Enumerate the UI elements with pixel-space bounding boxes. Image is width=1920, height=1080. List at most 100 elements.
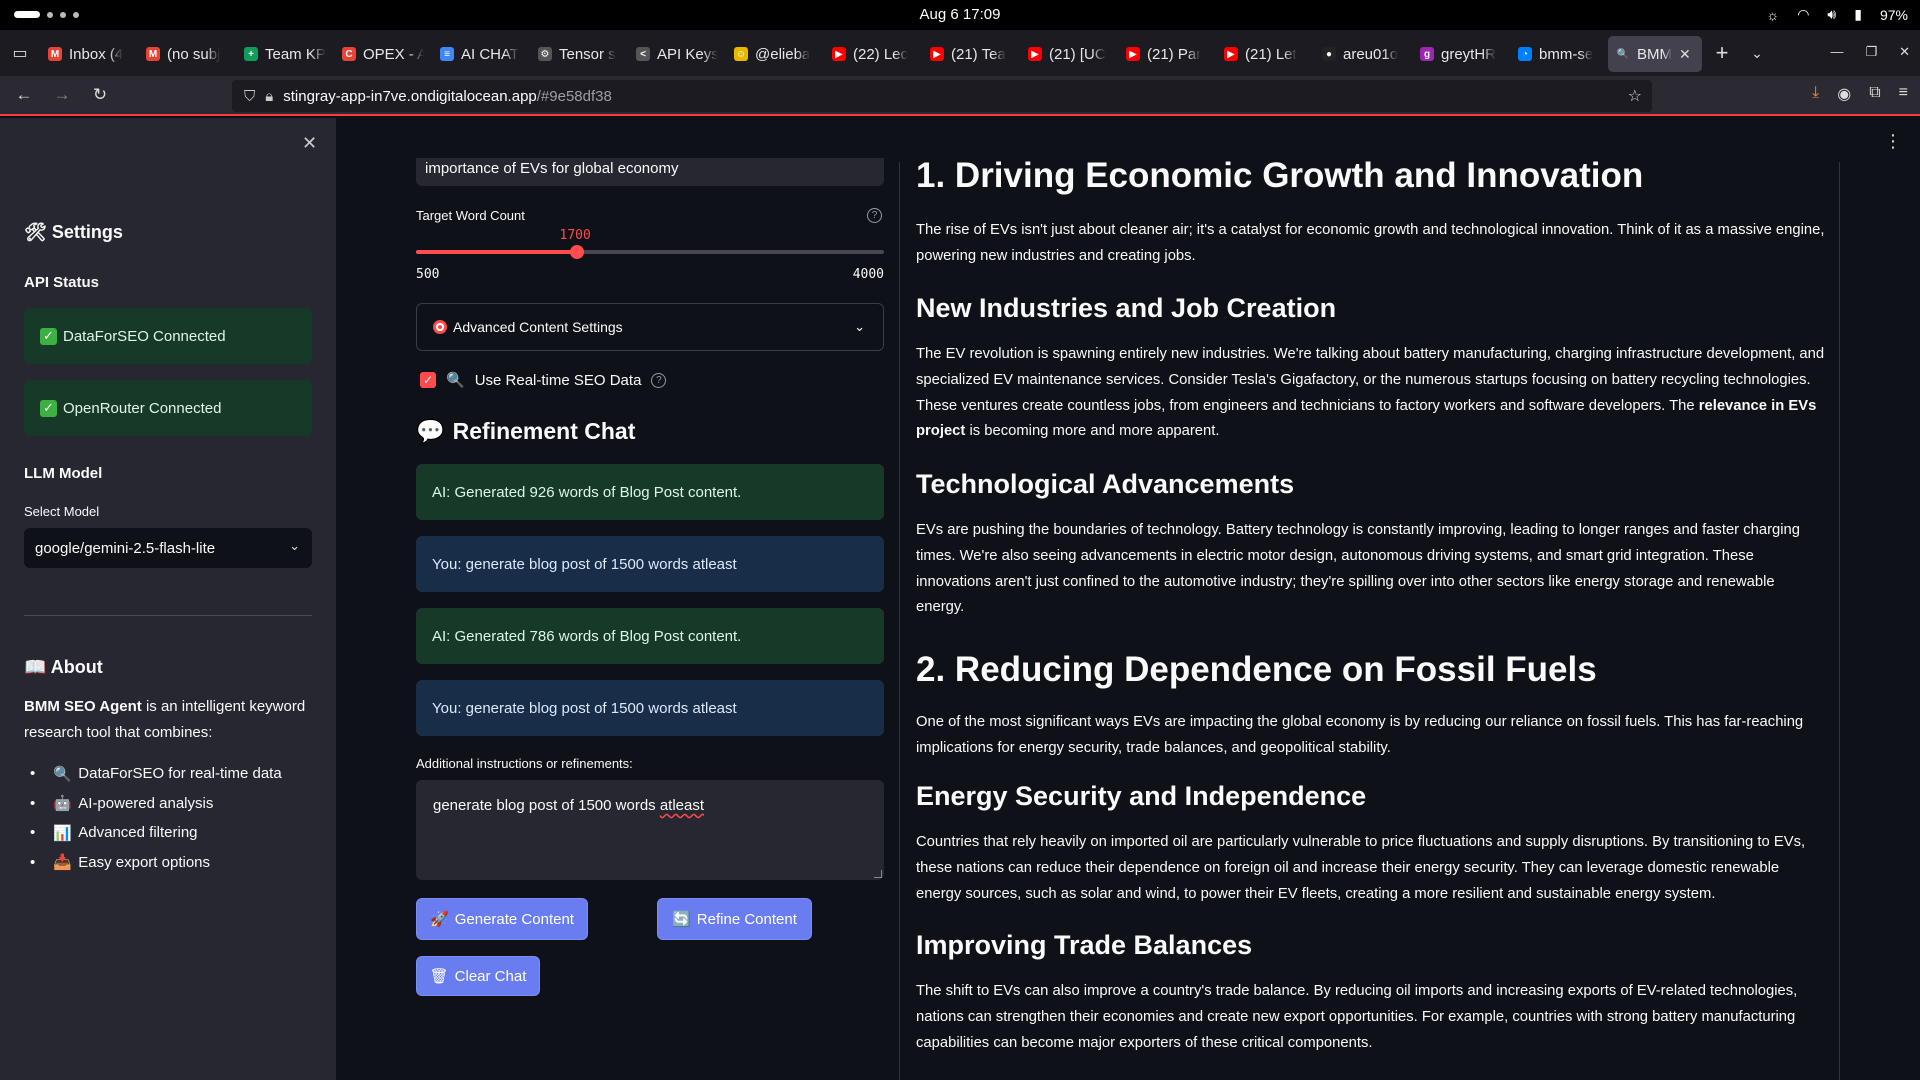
generate-content-button[interactable]: 🚀 Generate Content [416, 898, 588, 940]
feature-icon: 🤖 [53, 795, 72, 813]
minimize-icon[interactable]: — [1830, 44, 1843, 60]
article-paragraph: EVs are pushing the boundaries of techno… [916, 522, 1800, 616]
help-icon[interactable]: ? [651, 372, 667, 388]
realtime-seo-checkbox-row[interactable]: ✓ 🔍 Use Real-time SEO Data ? [420, 371, 667, 389]
tab-title: (22) Lec [853, 45, 909, 63]
browser-tab[interactable]: 🔍 BMM ✕ [1608, 36, 1702, 72]
browser-tab[interactable]: g greytHR [1412, 36, 1510, 72]
browser-tab[interactable]: ◔ bmm-se [1510, 36, 1608, 72]
close-sidebar-icon[interactable]: ✕ [302, 133, 317, 154]
download-icon[interactable]: ⤓ [1812, 84, 1819, 104]
tab-overview-icon[interactable]: ▭ [0, 30, 40, 76]
article-heading-1: 2. Reducing Dependence on Fossil Fuels [916, 650, 1597, 689]
slider-max: 4000 [852, 267, 884, 282]
trash-icon: 🗑 [429, 968, 449, 985]
api-status-heading: API Status [24, 274, 100, 291]
browser-tab[interactable]: ☺ @elieba [726, 36, 824, 72]
address-bar[interactable]: ⛉ 🔒︎ stingray-app-in7ve.ondigitalocean.a… [232, 80, 1652, 112]
clear-chat-button[interactable]: 🗑 Clear Chat [416, 956, 540, 996]
target-icon [433, 320, 447, 334]
lock-icon[interactable]: 🔒︎ [265, 88, 273, 105]
digitalocean-icon: ◔ [1518, 47, 1532, 61]
back-icon[interactable]: ← [6, 77, 42, 113]
about-list-item: 🤖 AI-powered analysis [30, 789, 320, 819]
tab-title: API Keys [657, 45, 718, 63]
slider-thumb[interactable] [569, 245, 584, 259]
browser-tab[interactable]: M Inbox (4 [40, 36, 138, 72]
resize-handle[interactable] [874, 870, 882, 878]
youtube-icon: ▶ [1126, 47, 1140, 61]
realtime-seo-checkbox[interactable]: ✓ [420, 372, 436, 388]
browser-tab[interactable]: ⚙ Tensor s [530, 36, 628, 72]
column-divider [1839, 162, 1840, 1080]
browser-tab[interactable]: ≡ AI CHAT [432, 36, 530, 72]
feature-icon: 📊 [53, 824, 72, 842]
tab-title: AI CHAT [461, 45, 520, 63]
advanced-settings-expander[interactable]: Advanced Content Settings ⌄ [416, 303, 884, 351]
tab-title: Inbox (4 [69, 45, 124, 63]
word-count-slider[interactable] [416, 250, 884, 254]
browser-tab[interactable]: ● areu01o [1314, 36, 1412, 72]
account-icon[interactable]: ◉ [1837, 84, 1851, 104]
brightness-icon: ☼ [1766, 6, 1780, 23]
reload-icon[interactable]: ↻ [82, 77, 118, 113]
sheets-icon: + [244, 47, 258, 61]
openrouter-status: ✓ OpenRouter Connected [24, 380, 312, 436]
refine-content-button[interactable]: 🔄 Refine Content [657, 898, 812, 940]
browser-tab[interactable]: ▶ (22) Lec [824, 36, 922, 72]
tab-title: (21) Par [1147, 45, 1202, 63]
column-divider [899, 162, 900, 1080]
instructions-textarea[interactable]: generate blog post of 1500 words atleast [416, 780, 884, 880]
article-paragraph: The EV revolution is spawning entirely n… [916, 346, 1825, 440]
article-subheading: New Industries and Job Creation [916, 293, 1337, 323]
system-tray[interactable]: ☼ ◠ 🔊︎ ▮ 97% [1766, 6, 1908, 23]
close-window-icon[interactable]: ✕ [1899, 44, 1910, 60]
article-subheading: Energy Security and Independence [916, 781, 1367, 811]
app-menu-icon[interactable]: ⋮ [1884, 131, 1902, 152]
llm-model-heading: LLM Model [24, 465, 103, 482]
browser-tab[interactable]: ▶ (21) Let [1216, 36, 1314, 72]
extensions-icon[interactable]: ⧉ [1869, 84, 1880, 104]
about-list-item: 📊 Advanced filtering [30, 818, 320, 848]
forward-icon[interactable]: → [44, 77, 80, 113]
tools-icon: 🛠 [24, 222, 47, 242]
tab-title: Tensor s [559, 45, 616, 63]
model-select[interactable]: google/gemini-2.5-flash-lite ⌄ [24, 528, 312, 568]
tab-title: OPEX - A [363, 45, 424, 63]
topic-input[interactable]: importance of EVs for global economy [416, 158, 884, 186]
tab-title: (21) [UC [1049, 45, 1106, 63]
bookmark-star-icon[interactable]: ☆ [1628, 86, 1642, 106]
os-clock[interactable]: Aug 6 17:09 [0, 6, 1920, 23]
restore-icon[interactable]: ❐ [1865, 44, 1877, 60]
slider-min: 500 [416, 267, 440, 282]
shield-icon[interactable]: ⛉ [244, 88, 255, 105]
browser-tab[interactable]: ▶ (21) Par [1118, 36, 1216, 72]
help-icon[interactable]: ? [867, 208, 882, 223]
chat-message-ai: AI: Generated 926 words of Blog Post con… [416, 464, 884, 520]
slides-icon: C [342, 47, 356, 61]
close-tab-icon[interactable]: ✕ [1679, 46, 1691, 63]
battery-icon: ▮ [1854, 6, 1862, 22]
browser-tab[interactable]: M (no subj [138, 36, 236, 72]
tab-title: (21) Tea [951, 45, 1006, 63]
browser-tab[interactable]: ▶ (21) [UC [1020, 36, 1118, 72]
tab-list-chevron-icon[interactable]: ⌄ [1742, 45, 1772, 62]
browser-tab[interactable]: + Team KP [236, 36, 334, 72]
url-domain: stingray-app-in7ve.ondigitalocean.app [283, 87, 537, 105]
browser-tab[interactable]: ▶ (21) Tea [922, 36, 1020, 72]
controls-column: importance of EVs for global economy Tar… [416, 118, 884, 1080]
tab-title: greytHR [1441, 45, 1497, 63]
chat-message-user: You: generate blog post of 1500 words at… [416, 536, 884, 592]
about-item-text: Easy export options [78, 853, 211, 871]
new-tab-button[interactable]: + [1702, 40, 1742, 66]
tab-title: (no subj [167, 45, 221, 63]
menu-icon[interactable]: ≡ [1899, 84, 1908, 104]
instructions-label: Additional instructions or refinements: [416, 756, 633, 771]
browser-tab[interactable]: C OPEX - A [334, 36, 432, 72]
greythr-icon: g [1420, 47, 1434, 61]
browser-tab[interactable]: < API Keys [628, 36, 726, 72]
about-item-text: Advanced filtering [78, 824, 198, 842]
rocket-icon: 🚀 [430, 911, 449, 928]
check-icon: ✓ [40, 399, 57, 417]
search-icon: 🔍 [446, 372, 465, 389]
